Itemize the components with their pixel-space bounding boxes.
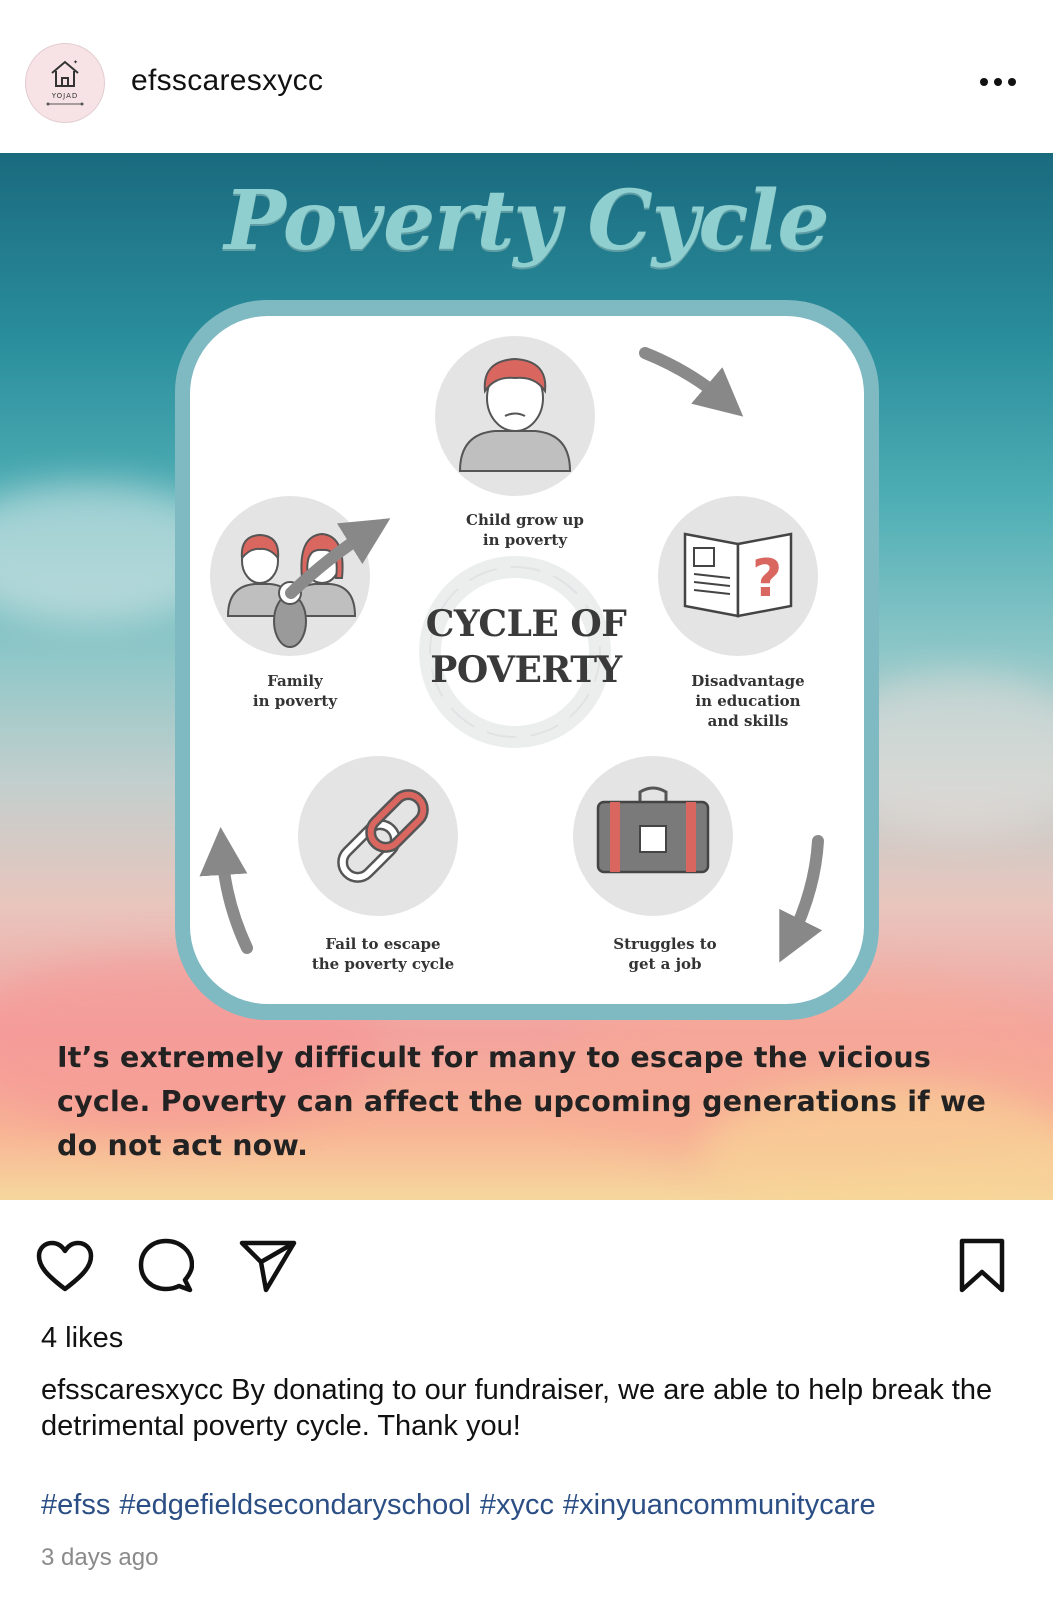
node-label-line: get a job (628, 955, 702, 973)
node-label-line: in poverty (252, 692, 338, 710)
center-title-line: CYCLE OF (425, 603, 627, 645)
node-label-job: Struggles to get a job (560, 934, 770, 974)
post-timestamp: 3 days ago (41, 1544, 159, 1571)
send-icon[interactable] (238, 1236, 298, 1296)
bookmark-icon[interactable] (952, 1236, 1012, 1296)
node-label-line: and skills (707, 712, 789, 730)
diagram-center-title: CYCLE OF POVERTY (398, 601, 654, 693)
post-caption: efsscaresxycc By donating to our fundrai… (41, 1372, 1021, 1444)
node-label-line: Struggles to (613, 935, 717, 953)
node-label-escape: Fail to escape the poverty cycle (278, 934, 488, 974)
family-icon (210, 496, 370, 656)
header-username[interactable]: efsscaresxycc (131, 64, 323, 98)
heart-icon[interactable] (35, 1236, 95, 1296)
node-label-line: the poverty cycle (311, 955, 455, 973)
sad-child-icon (435, 336, 595, 496)
arrow-education-to-job (779, 835, 824, 963)
open-book-question-icon: ? (658, 496, 818, 656)
hashtags: #efss #edgefieldsecondaryschool #xycc #xiny… (41, 1489, 1041, 1522)
more-horizontal-icon[interactable] (978, 62, 1018, 102)
node-label-family: Family in poverty (190, 671, 400, 711)
post-image[interactable]: Poverty Cycle ? Child grow up in poverty… (0, 153, 1053, 1200)
avatar-underline (46, 102, 84, 106)
hashtag-link[interactable]: #efss (41, 1489, 110, 1521)
node-label-line: Child grow up (466, 511, 584, 529)
comment-icon[interactable] (136, 1236, 196, 1296)
house-logo-icon: ✦ (51, 59, 79, 87)
svg-text:✦: ✦ (73, 59, 78, 66)
post-header: ✦ YOJAD efsscaresxycc (0, 0, 1053, 153)
poster-title: Poverty Cycle (224, 173, 829, 269)
briefcase-icon (573, 756, 733, 916)
node-label-education: Disadvantage in education and skills (643, 671, 853, 731)
arrow-escape-to-family (199, 827, 253, 954)
action-bar (0, 1200, 1053, 1300)
node-label-line: in education (695, 692, 801, 710)
node-label-line: Disadvantage (691, 672, 805, 690)
hashtag-link[interactable]: #xinyuancommunitycare (563, 1489, 876, 1521)
avatar-text: YOJAD (51, 92, 79, 100)
poster-caption: It’s extremely difficult for many to esc… (57, 1041, 987, 1162)
svg-text:?: ? (752, 549, 782, 609)
center-title-line: POVERTY (430, 649, 622, 691)
node-label-line: in poverty (482, 531, 568, 549)
node-label-line: Family (267, 672, 323, 690)
arrow-child-to-education (639, 347, 744, 417)
chain-link-icon (298, 756, 458, 916)
node-label-child: Child grow up in poverty (420, 510, 630, 550)
likes-count[interactable]: 4 likes (41, 1322, 123, 1355)
profile-avatar[interactable]: ✦ YOJAD (25, 43, 105, 123)
hashtag-link[interactable]: #xycc (480, 1489, 554, 1521)
hashtag-link[interactable]: #edgefieldsecondaryschool (119, 1489, 470, 1521)
node-label-line: Fail to escape (325, 935, 441, 953)
caption-username[interactable]: efsscaresxycc (41, 1374, 223, 1406)
